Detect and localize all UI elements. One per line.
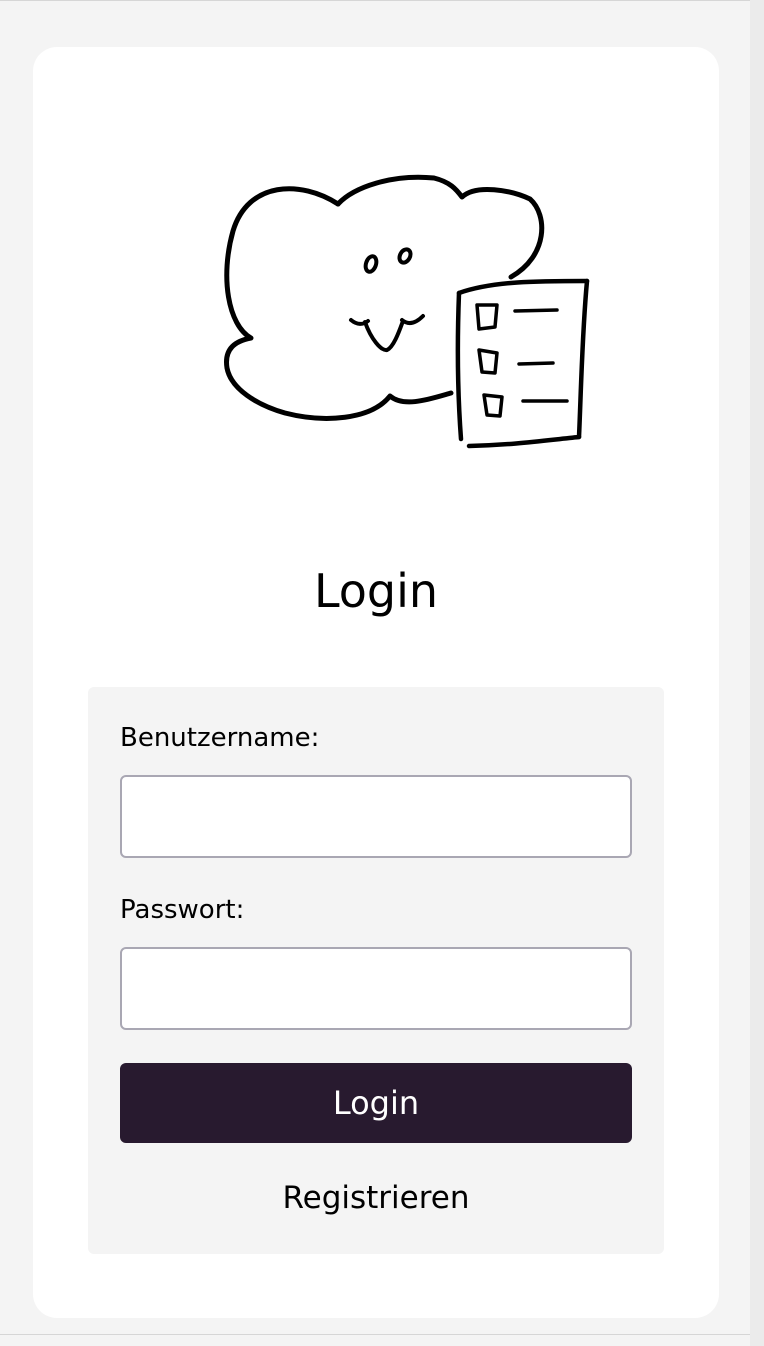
top-divider <box>0 0 750 1</box>
scrollbar-track[interactable] <box>750 0 764 1346</box>
cloud-with-checklist-icon <box>224 174 590 449</box>
login-button[interactable]: Login <box>120 1063 632 1143</box>
login-form: Benutzername: Passwort: Login Registrier… <box>88 687 664 1254</box>
username-input[interactable] <box>120 775 632 858</box>
register-link[interactable]: Registrieren <box>88 1176 664 1220</box>
page-title: Login <box>313 564 439 618</box>
login-card: Login Benutzername: Passwort: Login Regi… <box>33 47 719 1318</box>
password-input[interactable] <box>120 947 632 1030</box>
password-label: Passwort: <box>120 895 245 925</box>
bottom-divider <box>0 1334 750 1335</box>
username-label: Benutzername: <box>120 723 320 753</box>
